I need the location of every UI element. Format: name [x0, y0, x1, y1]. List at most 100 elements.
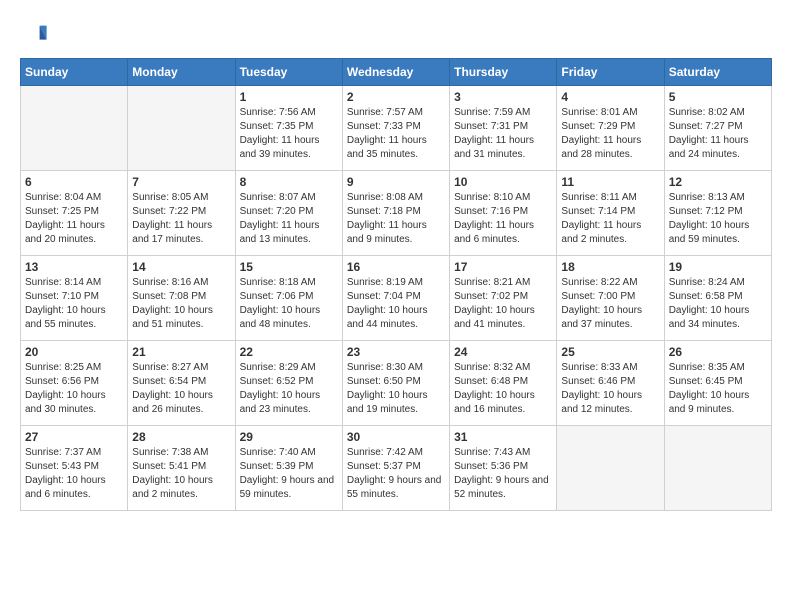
sunset: Sunset: 7:35 PM	[240, 121, 314, 132]
sunset: Sunset: 7:14 PM	[561, 206, 635, 217]
sunrise: Sunrise: 8:14 AM	[25, 277, 101, 288]
sunset: Sunset: 5:37 PM	[347, 461, 421, 472]
logo-icon	[20, 20, 48, 48]
day-info: Sunrise: 8:24 AM Sunset: 6:58 PM Dayligh…	[669, 276, 767, 332]
daylight: Daylight: 10 hours and 12 minutes.	[561, 390, 642, 415]
day-info: Sunrise: 8:21 AM Sunset: 7:02 PM Dayligh…	[454, 276, 552, 332]
sunset: Sunset: 7:08 PM	[132, 291, 206, 302]
day-number: 30	[347, 430, 445, 444]
sunrise: Sunrise: 8:32 AM	[454, 362, 530, 373]
daylight: Daylight: 11 hours and 24 minutes.	[669, 135, 749, 160]
calendar-cell: 28 Sunrise: 7:38 AM Sunset: 5:41 PM Dayl…	[128, 426, 235, 511]
day-number: 24	[454, 345, 552, 359]
sunset: Sunset: 6:54 PM	[132, 376, 206, 387]
day-info: Sunrise: 8:05 AM Sunset: 7:22 PM Dayligh…	[132, 191, 230, 247]
daylight: Daylight: 11 hours and 6 minutes.	[454, 220, 534, 245]
day-info: Sunrise: 8:04 AM Sunset: 7:25 PM Dayligh…	[25, 191, 123, 247]
daylight: Daylight: 10 hours and 44 minutes.	[347, 305, 428, 330]
weekday-header-thursday: Thursday	[450, 59, 557, 86]
calendar-cell: 25 Sunrise: 8:33 AM Sunset: 6:46 PM Dayl…	[557, 341, 664, 426]
calendar-cell	[557, 426, 664, 511]
sunrise: Sunrise: 8:25 AM	[25, 362, 101, 373]
sunset: Sunset: 6:58 PM	[669, 291, 743, 302]
sunrise: Sunrise: 8:11 AM	[561, 192, 636, 203]
sunrise: Sunrise: 7:40 AM	[240, 447, 316, 458]
day-info: Sunrise: 8:33 AM Sunset: 6:46 PM Dayligh…	[561, 361, 659, 417]
day-info: Sunrise: 8:16 AM Sunset: 7:08 PM Dayligh…	[132, 276, 230, 332]
sunset: Sunset: 6:45 PM	[669, 376, 743, 387]
calendar-cell: 16 Sunrise: 8:19 AM Sunset: 7:04 PM Dayl…	[342, 256, 449, 341]
day-number: 17	[454, 260, 552, 274]
calendar-cell	[128, 86, 235, 171]
weekday-header-saturday: Saturday	[664, 59, 771, 86]
calendar-cell: 17 Sunrise: 8:21 AM Sunset: 7:02 PM Dayl…	[450, 256, 557, 341]
calendar-week-1: 1 Sunrise: 7:56 AM Sunset: 7:35 PM Dayli…	[21, 86, 772, 171]
sunset: Sunset: 6:52 PM	[240, 376, 314, 387]
calendar-cell: 22 Sunrise: 8:29 AM Sunset: 6:52 PM Dayl…	[235, 341, 342, 426]
day-info: Sunrise: 8:14 AM Sunset: 7:10 PM Dayligh…	[25, 276, 123, 332]
day-info: Sunrise: 8:32 AM Sunset: 6:48 PM Dayligh…	[454, 361, 552, 417]
day-number: 5	[669, 90, 767, 104]
day-info: Sunrise: 7:38 AM Sunset: 5:41 PM Dayligh…	[132, 446, 230, 502]
calendar-cell: 9 Sunrise: 8:08 AM Sunset: 7:18 PM Dayli…	[342, 171, 449, 256]
calendar-table: SundayMondayTuesdayWednesdayThursdayFrid…	[20, 58, 772, 511]
sunset: Sunset: 7:22 PM	[132, 206, 206, 217]
day-number: 8	[240, 175, 338, 189]
day-info: Sunrise: 8:08 AM Sunset: 7:18 PM Dayligh…	[347, 191, 445, 247]
day-info: Sunrise: 8:01 AM Sunset: 7:29 PM Dayligh…	[561, 106, 659, 162]
sunrise: Sunrise: 7:59 AM	[454, 107, 530, 118]
day-info: Sunrise: 8:25 AM Sunset: 6:56 PM Dayligh…	[25, 361, 123, 417]
day-number: 23	[347, 345, 445, 359]
sunset: Sunset: 7:06 PM	[240, 291, 314, 302]
day-number: 25	[561, 345, 659, 359]
day-number: 16	[347, 260, 445, 274]
daylight: Daylight: 10 hours and 41 minutes.	[454, 305, 535, 330]
day-info: Sunrise: 8:35 AM Sunset: 6:45 PM Dayligh…	[669, 361, 767, 417]
day-info: Sunrise: 8:10 AM Sunset: 7:16 PM Dayligh…	[454, 191, 552, 247]
sunrise: Sunrise: 7:57 AM	[347, 107, 423, 118]
calendar-week-4: 20 Sunrise: 8:25 AM Sunset: 6:56 PM Dayl…	[21, 341, 772, 426]
daylight: Daylight: 9 hours and 52 minutes.	[454, 475, 549, 500]
daylight: Daylight: 11 hours and 39 minutes.	[240, 135, 320, 160]
day-info: Sunrise: 8:11 AM Sunset: 7:14 PM Dayligh…	[561, 191, 659, 247]
calendar-cell: 18 Sunrise: 8:22 AM Sunset: 7:00 PM Dayl…	[557, 256, 664, 341]
calendar-cell	[664, 426, 771, 511]
weekday-header-friday: Friday	[557, 59, 664, 86]
day-info: Sunrise: 7:37 AM Sunset: 5:43 PM Dayligh…	[25, 446, 123, 502]
calendar-cell: 15 Sunrise: 8:18 AM Sunset: 7:06 PM Dayl…	[235, 256, 342, 341]
sunrise: Sunrise: 8:29 AM	[240, 362, 316, 373]
day-number: 7	[132, 175, 230, 189]
day-info: Sunrise: 8:07 AM Sunset: 7:20 PM Dayligh…	[240, 191, 338, 247]
sunset: Sunset: 6:48 PM	[454, 376, 528, 387]
daylight: Daylight: 10 hours and 2 minutes.	[132, 475, 213, 500]
sunrise: Sunrise: 7:43 AM	[454, 447, 530, 458]
day-info: Sunrise: 8:19 AM Sunset: 7:04 PM Dayligh…	[347, 276, 445, 332]
sunrise: Sunrise: 8:18 AM	[240, 277, 316, 288]
calendar-cell: 14 Sunrise: 8:16 AM Sunset: 7:08 PM Dayl…	[128, 256, 235, 341]
calendar-cell: 29 Sunrise: 7:40 AM Sunset: 5:39 PM Dayl…	[235, 426, 342, 511]
sunrise: Sunrise: 8:30 AM	[347, 362, 423, 373]
day-info: Sunrise: 8:30 AM Sunset: 6:50 PM Dayligh…	[347, 361, 445, 417]
daylight: Daylight: 10 hours and 16 minutes.	[454, 390, 535, 415]
daylight: Daylight: 11 hours and 13 minutes.	[240, 220, 320, 245]
day-info: Sunrise: 8:02 AM Sunset: 7:27 PM Dayligh…	[669, 106, 767, 162]
sunset: Sunset: 6:56 PM	[25, 376, 99, 387]
calendar-cell: 7 Sunrise: 8:05 AM Sunset: 7:22 PM Dayli…	[128, 171, 235, 256]
sunrise: Sunrise: 8:04 AM	[25, 192, 101, 203]
sunset: Sunset: 7:27 PM	[669, 121, 743, 132]
calendar-week-2: 6 Sunrise: 8:04 AM Sunset: 7:25 PM Dayli…	[21, 171, 772, 256]
calendar-cell: 12 Sunrise: 8:13 AM Sunset: 7:12 PM Dayl…	[664, 171, 771, 256]
sunset: Sunset: 7:29 PM	[561, 121, 635, 132]
weekday-header-sunday: Sunday	[21, 59, 128, 86]
day-number: 4	[561, 90, 659, 104]
day-number: 22	[240, 345, 338, 359]
sunset: Sunset: 5:43 PM	[25, 461, 99, 472]
sunrise: Sunrise: 8:07 AM	[240, 192, 316, 203]
daylight: Daylight: 10 hours and 26 minutes.	[132, 390, 213, 415]
calendar-cell: 2 Sunrise: 7:57 AM Sunset: 7:33 PM Dayli…	[342, 86, 449, 171]
day-number: 14	[132, 260, 230, 274]
sunrise: Sunrise: 8:08 AM	[347, 192, 423, 203]
day-number: 15	[240, 260, 338, 274]
calendar-cell: 8 Sunrise: 8:07 AM Sunset: 7:20 PM Dayli…	[235, 171, 342, 256]
daylight: Daylight: 9 hours and 59 minutes.	[240, 475, 335, 500]
